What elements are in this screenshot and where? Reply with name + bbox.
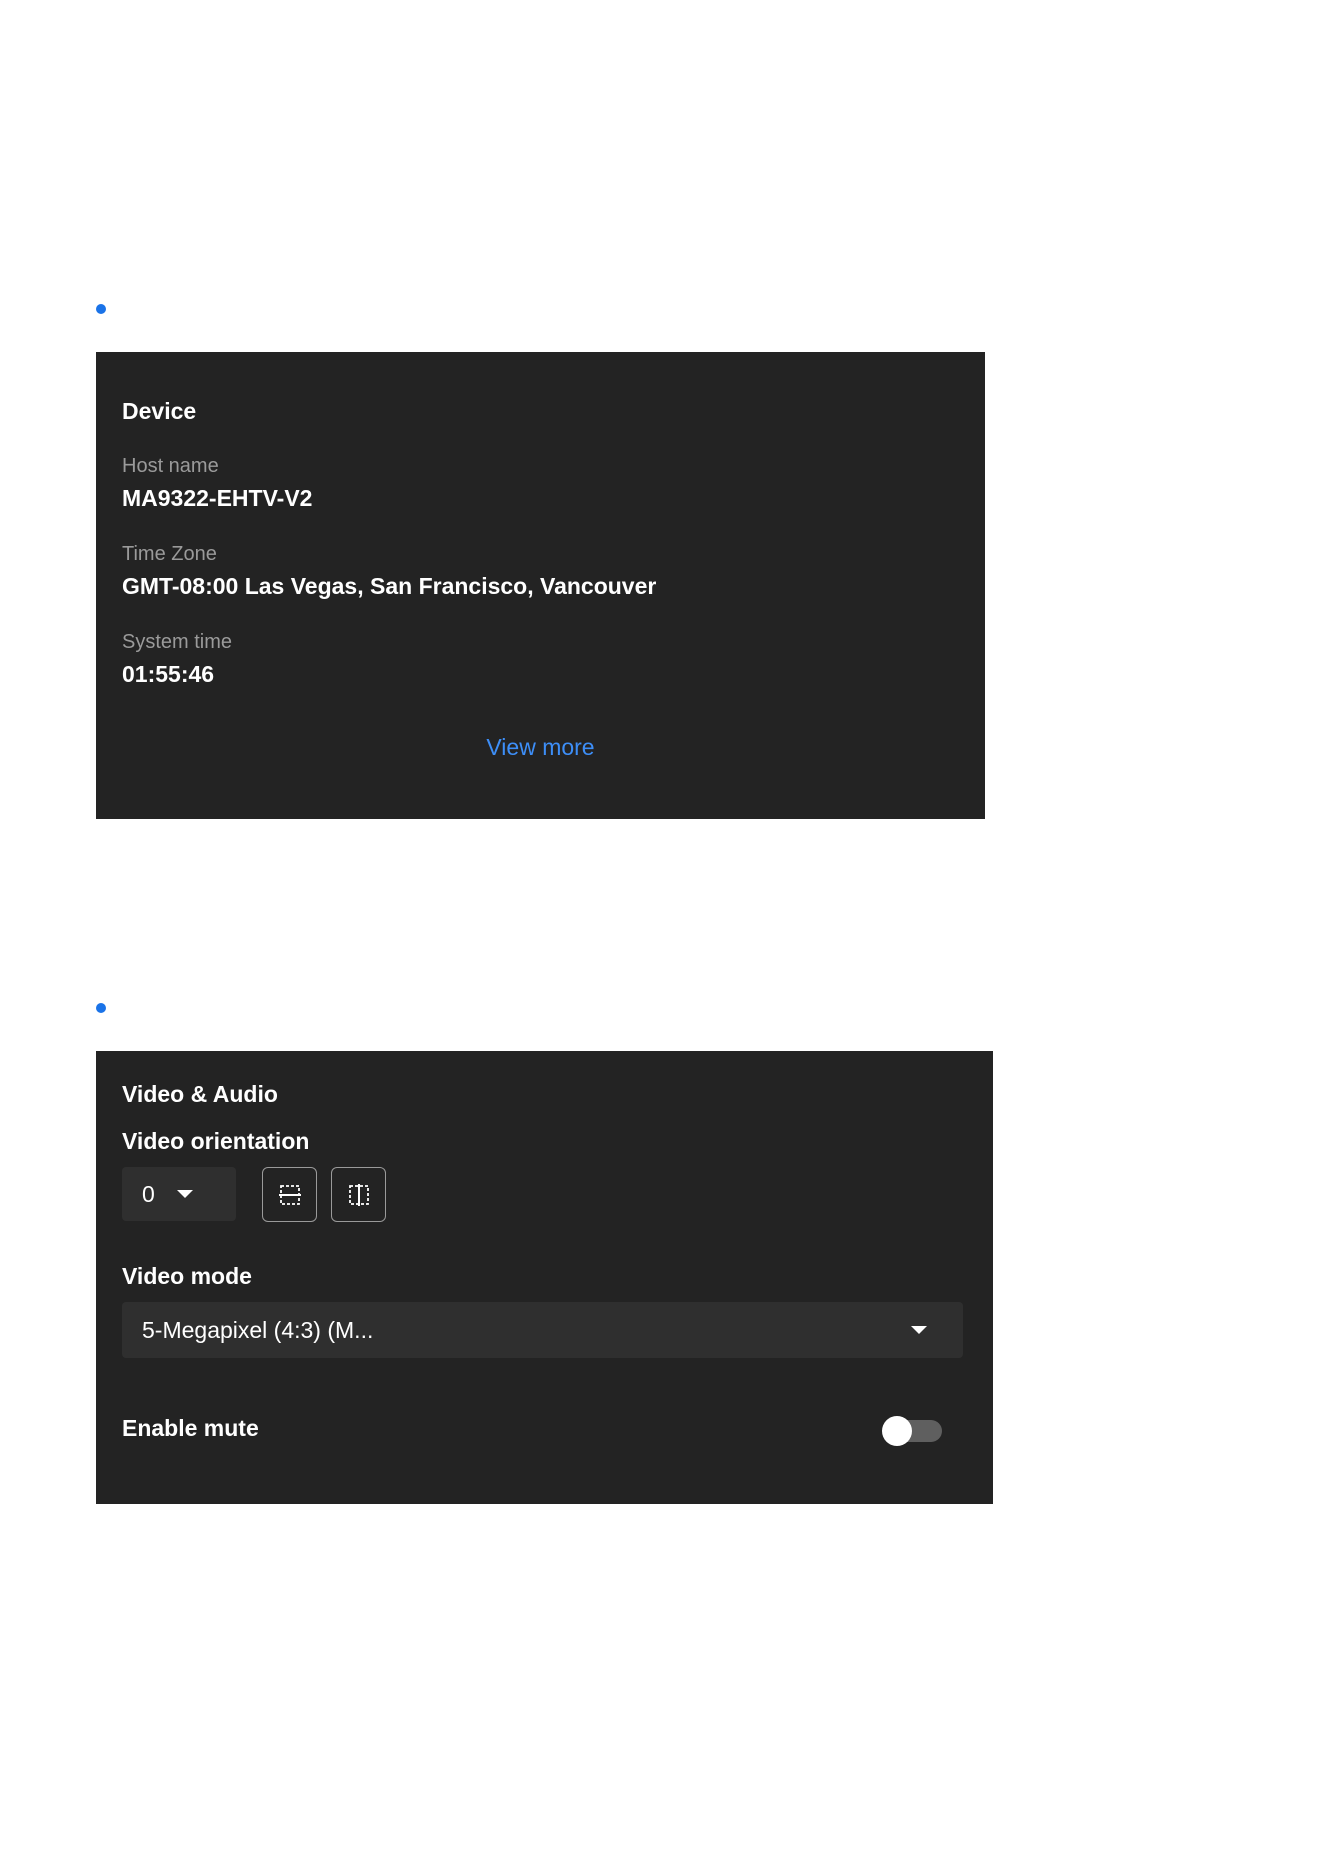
time-zone-value: GMT-08:00 Las Vegas, San Francisco, Vanc…: [122, 573, 657, 599]
flip-horizontal-button[interactable]: [331, 1167, 386, 1222]
host-name-value: MA9322-EHTV-V2: [122, 485, 313, 511]
device-panel: Device Host name MA9322-EHTV-V2 Time Zon…: [96, 352, 985, 819]
video-orientation-value: 0: [142, 1180, 155, 1207]
enable-mute-label: Enable mute: [122, 1415, 259, 1441]
video-mode-value: 5-Megapixel (4:3) (M...: [142, 1316, 374, 1343]
flip-vertical-icon: [278, 1184, 301, 1205]
system-time-value: 01:55:46: [122, 661, 215, 687]
video-orientation-label: Video orientation: [122, 1128, 310, 1154]
chevron-down-icon: [176, 1190, 193, 1198]
host-name-label: Host name: [122, 455, 219, 477]
video-mode-select[interactable]: 5-Megapixel (4:3) (M...: [122, 1302, 963, 1358]
video-orientation-select[interactable]: 0: [122, 1167, 236, 1221]
time-zone-label: Time Zone: [122, 543, 217, 565]
enable-mute-toggle[interactable]: [882, 1416, 942, 1446]
flip-horizontal-icon: [348, 1183, 369, 1206]
chevron-down-icon: [911, 1326, 927, 1334]
toggle-knob: [882, 1416, 912, 1446]
video-mode-label: Video mode: [122, 1263, 252, 1289]
system-time-label: System time: [122, 631, 233, 653]
bullet-dot: [96, 304, 106, 314]
video-audio-panel: Video & Audio Video orientation 0 Video …: [96, 1051, 993, 1504]
view-more-link[interactable]: View more: [96, 734, 985, 761]
bullet-dot: [96, 1003, 106, 1013]
device-title: Device: [122, 398, 197, 424]
video-audio-title: Video & Audio: [122, 1081, 278, 1107]
flip-vertical-button[interactable]: [262, 1167, 317, 1222]
